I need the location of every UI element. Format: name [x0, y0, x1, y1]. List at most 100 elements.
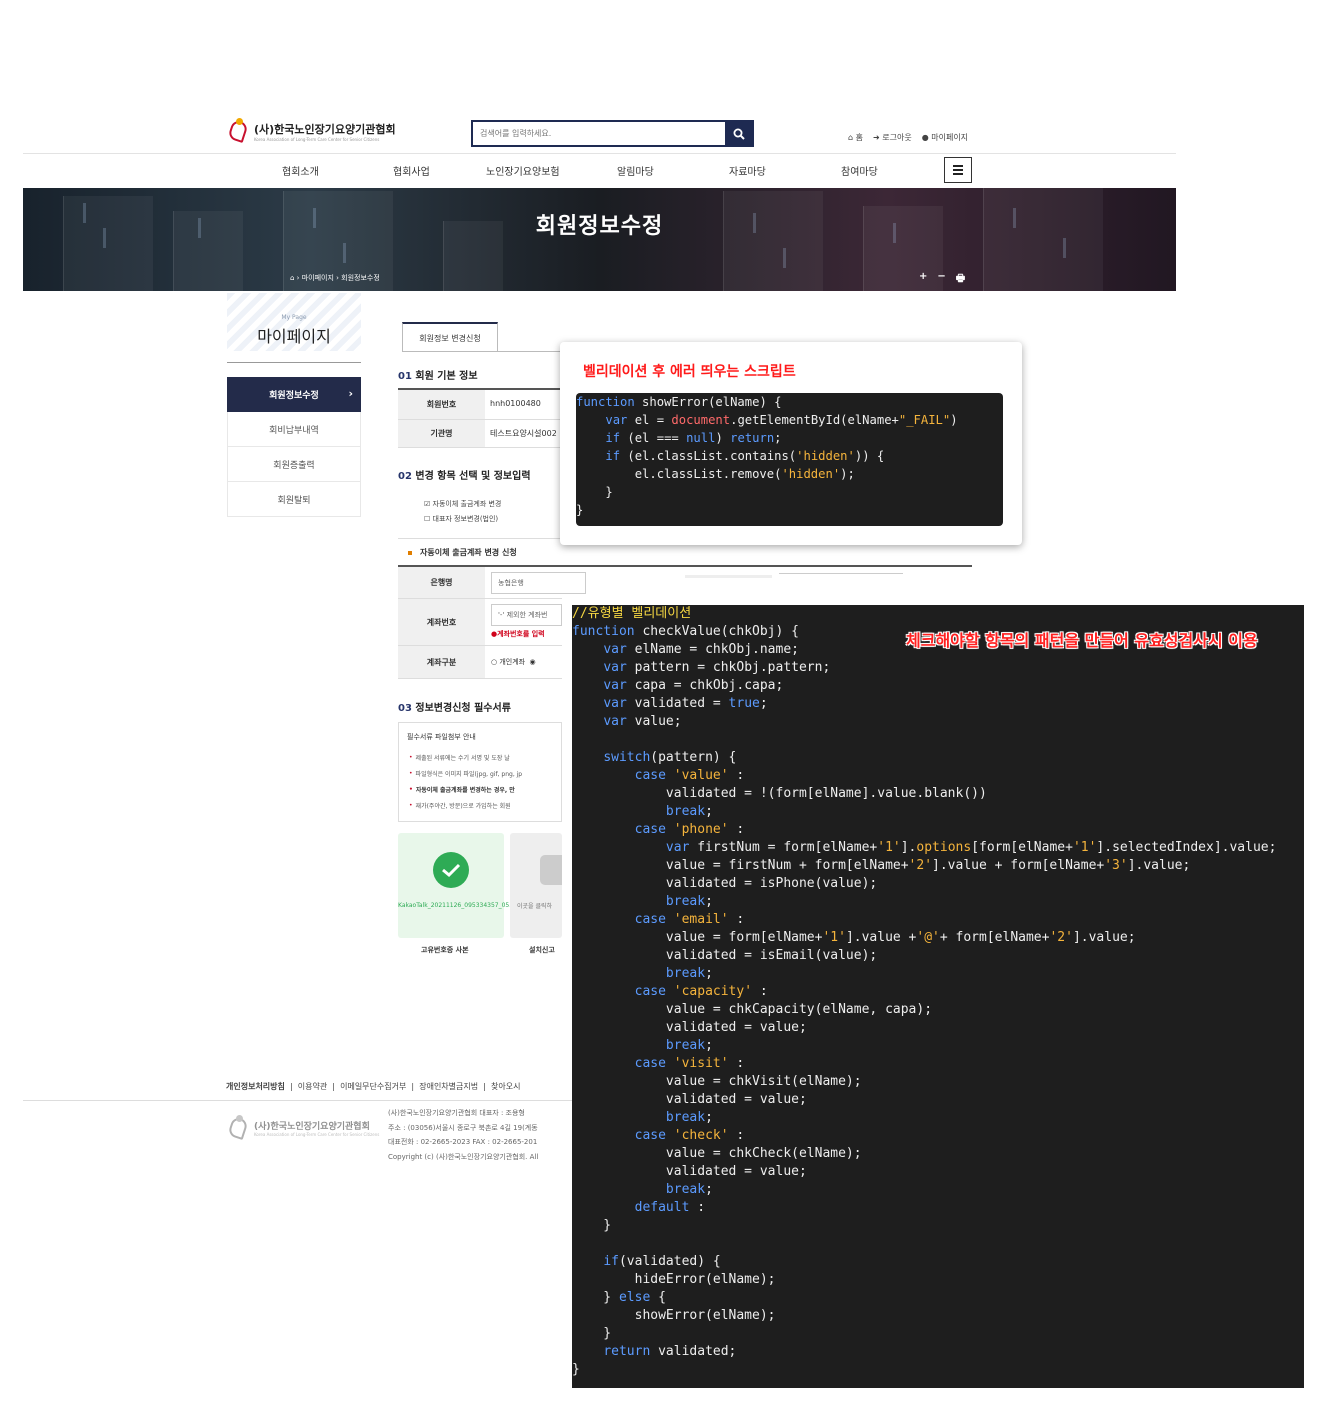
- code-line: case 'value' :: [634, 768, 745, 783]
- code-line: if (el === null) return;: [605, 431, 782, 445]
- sidebar-title: 마이페이지: [257, 327, 331, 346]
- upload-dropzone[interactable]: 이곳을 클릭하: [510, 833, 562, 938]
- tab-change-request[interactable]: 회원정보 변경신청: [402, 322, 498, 352]
- nav-item-about[interactable]: 협회소개: [282, 163, 319, 178]
- divider: [398, 538, 562, 539]
- document-guide: 필수서류 파일첨부 안내 제출된 서류에는 수기 서명 및 도장 날 파일형식은…: [398, 722, 562, 822]
- guide-line: 제출된 서류에는 수기 서명 및 도장 날: [409, 749, 561, 765]
- logo-subtext: Korea Association of Long-Term Care Cent…: [254, 136, 380, 142]
- section-heading-2: 02 변경 항목 선택 및 정보입력: [398, 471, 531, 482]
- code-line: }: [572, 1362, 580, 1377]
- sidebar-item-withdraw[interactable]: 회원탈퇴: [227, 482, 361, 517]
- home-icon[interactable]: ⌂: [290, 274, 294, 282]
- code-line: validated = value;: [572, 1092, 807, 1107]
- bank-select[interactable]: 농협은행: [491, 572, 586, 594]
- bank-label: 은행명: [398, 567, 485, 598]
- zoom-in-icon[interactable]: +: [919, 271, 927, 288]
- code-line: return validated;: [603, 1344, 737, 1359]
- document-guide-title: 필수서류 파일첨부 안내: [407, 733, 476, 741]
- search-bar: [471, 120, 754, 147]
- code-line: } else {: [572, 1290, 666, 1305]
- uploaded-file-name: KakaoTalk_20211126_095334357_05.jpg: [398, 902, 521, 909]
- mypage-link[interactable]: ● 마이페이지: [922, 132, 968, 143]
- nav-item-resources[interactable]: 자료마당: [729, 163, 766, 178]
- sidebar-subtitle: My Page: [281, 314, 307, 321]
- annotation-note: 체크해야할 항목의 패턴을 만들어 유효성검사시 이용: [906, 631, 1258, 650]
- chevron-right-icon: ›: [348, 387, 353, 400]
- account-error: ●계좌번호를 입력: [491, 630, 545, 638]
- footer-logo: (사)한국노인장기요양기관협회 Korea Association of Lon…: [227, 1115, 379, 1141]
- banner-tools: + − 🖶: [919, 271, 965, 288]
- code-line: validated = isEmail(value);: [572, 948, 878, 963]
- header-divider: [23, 153, 1176, 154]
- zoom-out-icon[interactable]: −: [937, 271, 945, 288]
- logout-link[interactable]: ➜ 로그아웃: [873, 132, 912, 143]
- section-heading-1: 01 회원 기본 정보: [398, 371, 478, 382]
- nav-item-insurance[interactable]: 노인장기요양보험: [486, 163, 560, 178]
- footer-link-disability[interactable]: 장애인차별금지법: [419, 1082, 478, 1091]
- nav-item-notice[interactable]: 알림마당: [617, 163, 654, 178]
- logo-emblem-icon: [227, 118, 249, 144]
- popup-title: 벨리데이션 후 에러 띄우는 스크립트: [583, 364, 796, 380]
- code-line: var capa = chkObj.capa;: [603, 678, 784, 693]
- sidebar-item-card[interactable]: 회원증출력: [227, 447, 361, 482]
- code-line: validated = isPhone(value);: [572, 876, 878, 891]
- search-icon: [733, 128, 745, 140]
- code-line: case 'phone' :: [634, 822, 745, 837]
- section-heading-3: 03 정보변경신청 필수서류: [398, 703, 511, 714]
- checkbox-account-change[interactable]: ☑ 자동이체 출금계좌 변경: [424, 499, 501, 509]
- search-button[interactable]: [725, 122, 752, 145]
- home-link[interactable]: ⌂ 홈: [848, 132, 863, 143]
- breadcrumb-item[interactable]: 회원정보수정: [341, 274, 380, 282]
- account-type-label: 계좌구분: [398, 646, 485, 678]
- account-no-input[interactable]: '-' 제외한 계좌번: [491, 604, 562, 626]
- footer-link-privacy[interactable]: 개인정보처리방침: [226, 1082, 285, 1091]
- code-line: value = firstNum + form[elName+'2'].valu…: [572, 858, 1191, 873]
- account-type-radio[interactable]: ○ 개인계좌 ◉: [491, 657, 562, 667]
- code-line: case 'capacity' :: [634, 984, 768, 999]
- code-line: }: [572, 1326, 612, 1341]
- sidebar-item-dues[interactable]: 회비납부내역: [227, 412, 361, 447]
- code-line: function showError(elName) {: [576, 395, 782, 409]
- doc-caption: 고유번호증 사본: [421, 946, 469, 954]
- code-line: var validated = true;: [603, 696, 768, 711]
- sidebar-item-edit-info[interactable]: 회원정보수정 ›: [227, 377, 361, 412]
- camera-icon: [540, 855, 562, 885]
- code-line: switch(pattern) {: [603, 750, 737, 765]
- nav-item-participation[interactable]: 참여마당: [841, 163, 878, 178]
- code-line: el.classList.remove('hidden');: [576, 467, 855, 481]
- subsection-heading: 자동이체 출금계좌 변경 신청: [408, 547, 517, 558]
- footer-links: 개인정보처리방침 | 이용약관 | 이메일무단수집거부 | 장애인차별금지법 |…: [226, 1082, 521, 1091]
- footer-link-terms[interactable]: 이용약관: [298, 1082, 327, 1091]
- account-no-label: 계좌번호: [398, 599, 485, 645]
- code-line: validated = value;: [572, 1164, 807, 1179]
- code-line: validated = value;: [572, 1020, 807, 1035]
- logo-text: (사)한국노인장기요양기관협회: [254, 122, 396, 136]
- breadcrumb-item[interactable]: 마이페이지: [302, 274, 334, 282]
- menu-hamburger-icon[interactable]: [944, 157, 972, 183]
- footer-info: (사)한국노인장기요양기관협회 대표자 : 조용형 주소 : (03056)서울…: [388, 1109, 539, 1161]
- code-line: break;: [665, 1038, 713, 1053]
- checkbox-rep-change[interactable]: ☐ 대표자 정보변경(법인): [424, 514, 498, 524]
- utility-links: ⌂ 홈 ➜ 로그아웃 ● 마이페이지: [848, 132, 968, 143]
- code-line: value = chkCapacity(elName, capa);: [572, 1002, 933, 1017]
- code-line: value = chkCheck(elName);: [572, 1146, 862, 1161]
- upload-hint: 이곳을 클릭하: [517, 903, 553, 910]
- print-icon[interactable]: 🖶: [956, 271, 965, 288]
- search-input[interactable]: [473, 122, 725, 145]
- site-logo[interactable]: (사)한국노인장기요양기관협회 Korea Association of Lon…: [227, 118, 396, 144]
- sidebar-divider: [227, 362, 361, 363]
- code-line: if(validated) {: [603, 1254, 721, 1269]
- code-line: case 'check' :: [634, 1128, 745, 1143]
- check-circle-icon: [433, 852, 469, 888]
- footer-link-location[interactable]: 찾아오시: [491, 1082, 520, 1091]
- code-line: var firstNum = form[elName+'1'].options[…: [665, 840, 1277, 855]
- nav-item-business[interactable]: 협회사업: [393, 163, 430, 178]
- code-line: //유형별 벨리데이션: [572, 606, 692, 621]
- guide-line: 파일형식은 이미지 파일(jpg, gif, png, jp: [409, 765, 561, 781]
- code-line: case 'email' :: [634, 912, 745, 927]
- logout-icon: ➜: [873, 133, 880, 142]
- code-line: break;: [665, 804, 713, 819]
- footer-link-email[interactable]: 이메일무단수집거부: [340, 1082, 406, 1091]
